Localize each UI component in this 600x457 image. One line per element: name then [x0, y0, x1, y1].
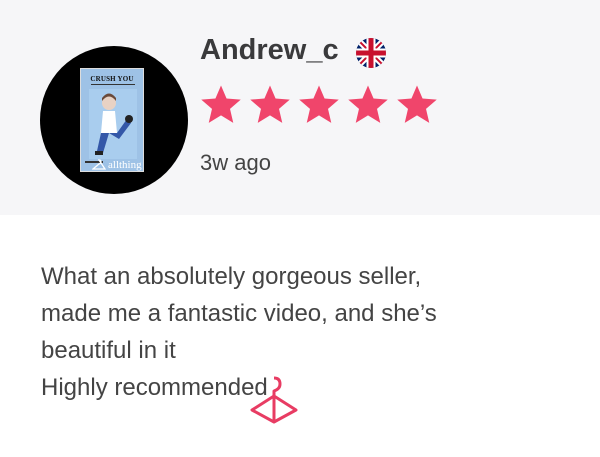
brand-text: allthing — [108, 159, 142, 171]
star-icon — [250, 85, 290, 123]
avatar-book-cover: CRUSH YOU — [80, 68, 144, 172]
uk-flag-icon — [356, 38, 386, 68]
avatar[interactable]: CRUSH YOU allthing — [40, 46, 188, 194]
star-rating — [198, 82, 440, 128]
star-icon — [397, 85, 437, 123]
star-icon — [299, 85, 339, 123]
avatar-brand: allthing — [92, 158, 142, 172]
star-icon — [348, 85, 388, 123]
reviewer-username[interactable]: Andrew_c — [200, 34, 339, 67]
cover-figure-icon — [89, 89, 137, 159]
star-icon — [201, 85, 241, 123]
hanger-icon — [92, 159, 106, 170]
review-time: 3w ago — [200, 150, 271, 175]
cover-title: CRUSH YOU — [90, 75, 134, 83]
hanger-watermark-icon — [250, 376, 298, 424]
review-line: What an absolutely gorgeous seller, — [41, 263, 422, 290]
review-line: made me a fantastic video, and she’s — [41, 300, 437, 327]
review-line: beautiful in it — [41, 337, 176, 364]
review-header: CRUSH YOU allthing Andrew_c 3w ago — [0, 0, 600, 215]
